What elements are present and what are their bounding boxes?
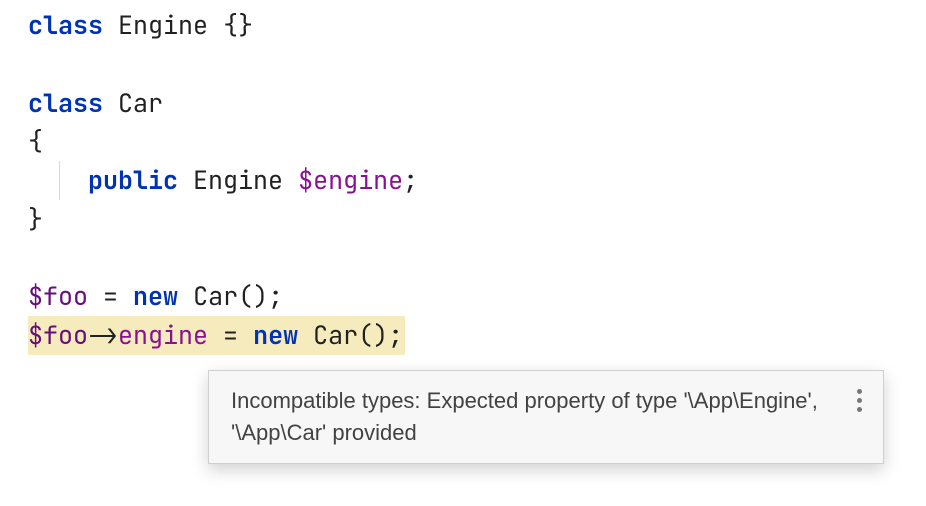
tooltip-message: Incompatible types: Expected property of…	[231, 385, 835, 449]
blank-line	[28, 239, 926, 278]
inspection-tooltip: Incompatible types: Expected property of…	[208, 370, 884, 464]
var-foo: $foo	[28, 279, 88, 313]
indent	[28, 163, 88, 197]
close-brace: }	[28, 202, 43, 236]
braces: {}	[223, 8, 253, 42]
type-car: Car	[313, 318, 358, 352]
paren-semi: ();	[238, 279, 283, 313]
paren-semi: ();	[358, 318, 403, 352]
dots-vertical-icon	[857, 398, 862, 403]
code-line: }	[28, 200, 926, 239]
var-foo: $foo	[28, 318, 88, 352]
space	[178, 279, 193, 313]
more-actions-button[interactable]	[849, 385, 869, 415]
keyword-class: class	[28, 86, 103, 120]
code-line: class Car	[28, 84, 926, 123]
code-editor[interactable]: class Engine {} class Car { public Engin…	[0, 0, 926, 355]
semicolon: ;	[403, 163, 418, 197]
type-engine: Engine	[118, 8, 208, 42]
open-brace: {	[28, 124, 43, 158]
keyword-public: public	[88, 163, 178, 197]
code-line: class Engine {}	[28, 6, 926, 45]
prop-engine: engine	[118, 318, 208, 352]
var-engine: $engine	[298, 163, 403, 197]
dots-vertical-icon	[857, 407, 862, 412]
blank-line	[28, 45, 926, 84]
type-engine: Engine	[193, 163, 283, 197]
assign: =	[208, 318, 253, 352]
code-line: $foo = new Car();	[28, 277, 926, 316]
keyword-class: class	[28, 8, 103, 42]
type-car: Car	[118, 86, 163, 120]
code-line-warning: $foo->engine = new Car();	[28, 316, 926, 355]
type-car: Car	[193, 279, 238, 313]
arrow: ->	[88, 318, 118, 352]
assign: =	[88, 279, 133, 313]
warning-highlight: $foo->engine = new Car();	[28, 316, 405, 355]
space	[298, 318, 313, 352]
code-line: public Engine $engine;	[28, 161, 926, 200]
keyword-new: new	[253, 318, 298, 352]
dots-vertical-icon	[857, 389, 862, 394]
code-line: {	[28, 122, 926, 161]
keyword-new: new	[133, 279, 178, 313]
indent-guide	[59, 161, 60, 200]
